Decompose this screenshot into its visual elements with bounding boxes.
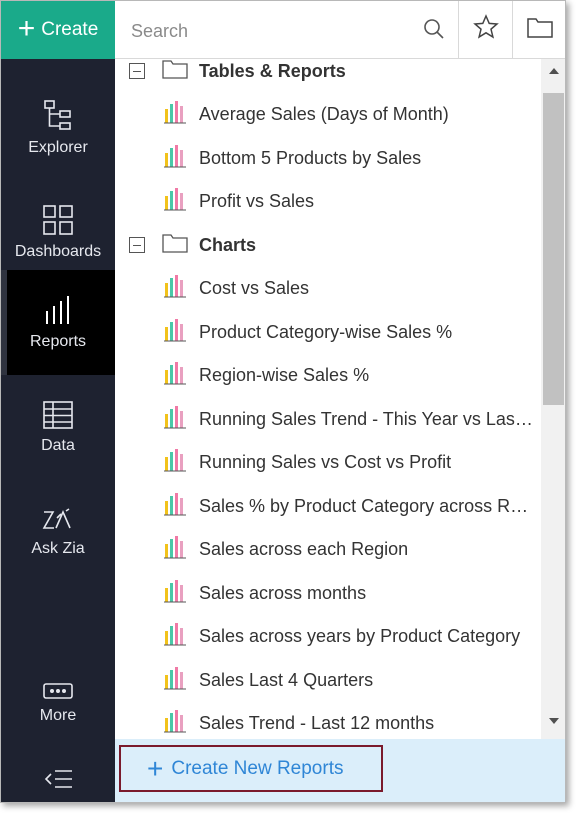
create-new-reports-label: Create New Reports (171, 757, 344, 779)
footer: + Create New Reports (115, 739, 565, 802)
folder-charts[interactable]: Charts (115, 223, 541, 267)
create-button[interactable]: + Create (1, 1, 115, 59)
list-item[interactable]: Cost vs Sales (115, 266, 541, 310)
reports-icon (44, 295, 72, 325)
item-label: Sales Last 4 Quarters (199, 669, 374, 690)
sidebar-item-label: Dashboards (14, 242, 102, 260)
ask-zia-icon (42, 507, 74, 532)
favorites-button[interactable] (458, 1, 513, 58)
sidebar-item-explorer[interactable]: Explorer (1, 75, 115, 180)
sidebar-item-data[interactable]: Data (1, 375, 115, 480)
list-item[interactable]: Region-wise Sales % (115, 353, 541, 397)
item-label: Running Sales Trend - This Year vs Last … (199, 408, 533, 429)
star-icon (473, 14, 499, 45)
collapse-icon[interactable] (129, 237, 145, 253)
item-label: Region-wise Sales % (199, 364, 370, 385)
report-chart-icon (163, 535, 187, 564)
list-item[interactable]: Profit vs Sales (115, 179, 541, 223)
report-chart-icon (163, 100, 187, 129)
scroll-thumb[interactable] (543, 93, 564, 405)
list-item[interactable]: Sales Last 4 Quarters (115, 658, 541, 702)
create-new-reports-button[interactable]: + Create New Reports (119, 745, 383, 792)
sidebar-item-label: More (39, 706, 77, 724)
create-label: Create (41, 19, 99, 40)
item-label: Sales % by Product Category across Regio… (199, 495, 533, 516)
report-chart-icon (163, 144, 187, 173)
data-icon (43, 400, 73, 429)
sidebar-item-label: Reports (29, 332, 87, 350)
list-item[interactable]: Sales across each Region (115, 527, 541, 571)
item-label: Cost vs Sales (199, 277, 310, 298)
scroll-down-icon[interactable] (549, 718, 559, 724)
sidebar-item-label: Explorer (28, 138, 88, 156)
report-chart-icon (163, 666, 187, 695)
list-item[interactable]: Product Category-wise Sales % (115, 310, 541, 354)
sidebar-item-label: Ask Zia (31, 539, 85, 557)
folder-label: Charts (199, 234, 257, 255)
dashboards-icon (43, 204, 73, 235)
search-bar (115, 1, 565, 59)
item-label: Sales across months (199, 582, 367, 603)
sidebar-item-reports[interactable]: Reports (1, 270, 115, 375)
list-item[interactable]: Running Sales Trend - This Year vs Last … (115, 397, 541, 441)
report-chart-icon (163, 622, 187, 651)
sidebar: + Create Explorer Dashboards Reports Dat… (1, 1, 115, 802)
sidebar-item-label: Data (41, 436, 75, 454)
folder-icon (527, 16, 553, 43)
sidebar-item-ask-zia[interactable]: Ask Zia (1, 480, 115, 585)
item-label: Average Sales (Days of Month) (199, 103, 449, 124)
folder-label: Tables & Reports (199, 60, 346, 81)
item-label: Profit vs Sales (199, 190, 315, 211)
collapse-sidebar-icon[interactable] (43, 767, 73, 796)
item-label: Sales Trend - Last 12 months (199, 712, 435, 733)
plus-icon: + (147, 752, 164, 784)
report-chart-icon (163, 274, 187, 303)
item-label: Bottom 5 Products by Sales (199, 147, 422, 168)
folder-tables-reports[interactable]: Tables & Reports (115, 59, 541, 93)
report-chart-icon (163, 448, 187, 477)
scrollbar[interactable] (541, 59, 565, 739)
report-chart-icon (163, 187, 187, 216)
list-item[interactable]: Running Sales vs Cost vs Profit (115, 440, 541, 484)
report-chart-icon (163, 579, 187, 608)
report-chart-icon (163, 361, 187, 390)
list-item[interactable]: Average Sales (Days of Month) (115, 92, 541, 136)
list-item[interactable]: Sales across years by Product Category (115, 614, 541, 658)
explorer-icon (43, 99, 73, 131)
report-chart-icon (163, 318, 187, 347)
item-label: Sales across years by Product Category (199, 625, 521, 646)
scroll-up-icon[interactable] (549, 68, 559, 74)
collapse-icon[interactable] (129, 63, 145, 79)
list-item[interactable]: Bottom 5 Products by Sales (115, 136, 541, 180)
report-list: Tables & Reports Average Sales (Days of … (115, 59, 541, 739)
report-chart-icon (163, 492, 187, 521)
plus-icon: + (17, 11, 36, 45)
more-icon (43, 682, 73, 699)
item-label: Product Category-wise Sales % (199, 321, 453, 342)
report-chart-icon (163, 405, 187, 434)
search-icon[interactable] (423, 18, 445, 45)
report-chart-icon (163, 709, 187, 738)
reports-panel: + Create Explorer Dashboards Reports Dat… (0, 0, 566, 803)
search-input[interactable] (129, 15, 413, 47)
sidebar-item-more[interactable]: More (1, 651, 115, 756)
list-item[interactable]: Sales across months (115, 571, 541, 615)
item-label: Running Sales vs Cost vs Profit (199, 451, 452, 472)
item-label: Sales across each Region (199, 538, 409, 559)
list-item[interactable]: Sales % by Product Category across Regio… (115, 484, 541, 528)
folder-icon (162, 233, 188, 258)
folders-button[interactable] (512, 1, 565, 58)
folder-icon (162, 59, 188, 84)
list-item[interactable]: Sales Trend - Last 12 months (115, 701, 541, 739)
